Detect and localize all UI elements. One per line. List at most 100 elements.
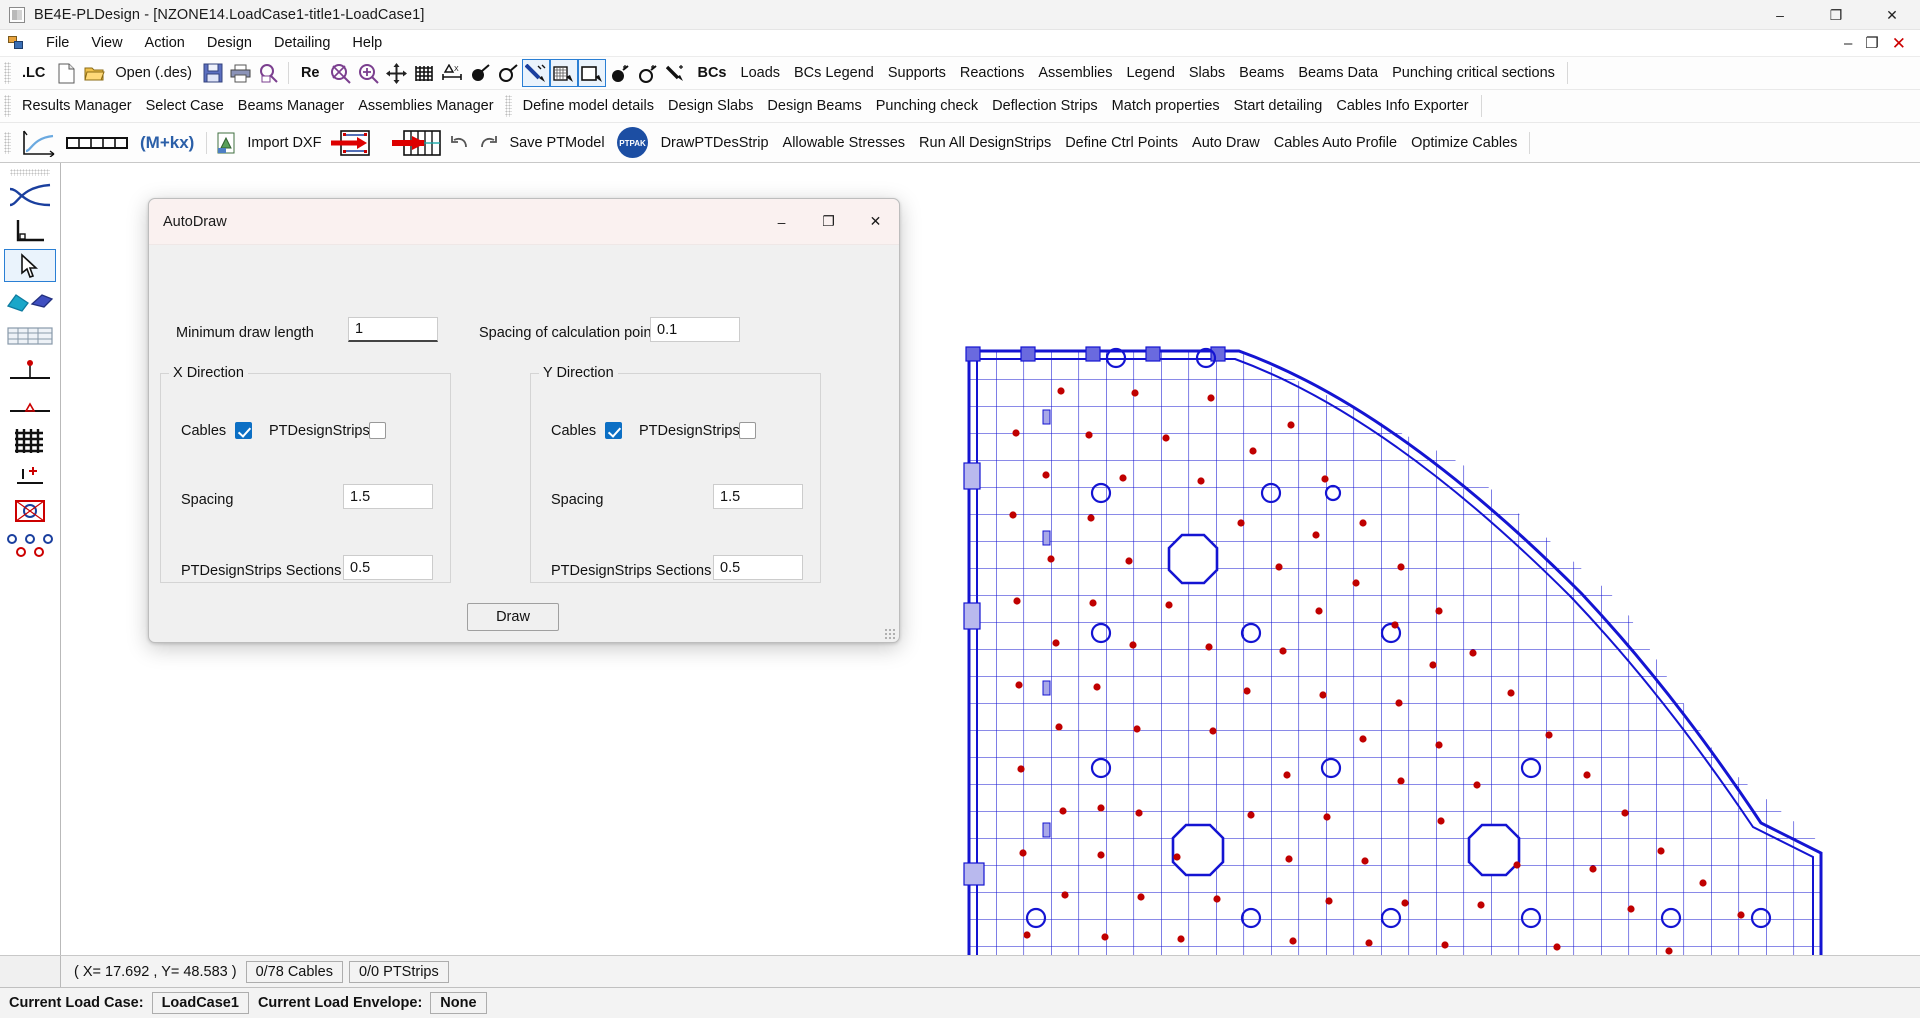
beams-data-button[interactable]: Beams Data xyxy=(1291,62,1385,84)
x-ptdesignstrips-checkbox[interactable] xyxy=(369,422,386,439)
undo-icon[interactable] xyxy=(447,130,473,156)
start-detailing-button[interactable]: Start detailing xyxy=(1227,95,1330,117)
toolbar-grip[interactable] xyxy=(4,95,11,117)
match-properties-button[interactable]: Match properties xyxy=(1105,95,1227,117)
save-icon[interactable] xyxy=(200,60,226,86)
define-ctrl-points-button[interactable]: Define Ctrl Points xyxy=(1058,132,1185,154)
spacing-of-calculation-points-input[interactable]: 0.1 xyxy=(650,317,740,342)
pan-move-icon[interactable] xyxy=(383,60,409,86)
cables-auto-profile-button[interactable]: Cables Auto Profile xyxy=(1267,132,1404,154)
ptpak-logo-icon[interactable]: PTPAK xyxy=(613,127,653,158)
design-beams-button[interactable]: Design Beams xyxy=(760,95,868,117)
results-manager-button[interactable]: Results Manager xyxy=(15,95,139,117)
assemblies-button[interactable]: Assemblies xyxy=(1031,62,1119,84)
y-sections-spacing-input[interactable]: 0.5 xyxy=(713,555,803,580)
open-folder-icon[interactable] xyxy=(81,60,107,86)
punching-tool-icon[interactable] xyxy=(4,494,56,527)
save-ptmodel-button[interactable]: Save PTModel xyxy=(502,132,611,154)
menu-item-design[interactable]: Design xyxy=(196,32,263,54)
window-close-button[interactable]: ✕ xyxy=(1864,0,1920,30)
allowable-stresses-button[interactable]: Allowable Stresses xyxy=(776,132,913,154)
angle-tool-icon[interactable] xyxy=(4,214,56,247)
punching-critical-sections-button[interactable]: Punching critical sections xyxy=(1385,62,1562,84)
minimum-draw-length-input[interactable]: 1 xyxy=(348,317,438,342)
cable-arrow-icon[interactable] xyxy=(329,127,373,159)
toolbar-grip[interactable] xyxy=(4,62,11,84)
assemblies-manager-button[interactable]: Assemblies Manager xyxy=(351,95,500,117)
nodes-tool-icon[interactable] xyxy=(4,529,56,562)
add-point-tool-icon[interactable] xyxy=(4,459,56,492)
optimize-cables-button[interactable]: Optimize Cables xyxy=(1404,132,1524,154)
moment-formula-button[interactable]: (M+kx) xyxy=(133,130,201,156)
toolbar-grip[interactable] xyxy=(4,131,11,154)
draw-button[interactable]: Draw xyxy=(467,603,559,631)
select-arrow-tool-icon[interactable] xyxy=(4,249,56,282)
deflection-strips-button[interactable]: Deflection Strips xyxy=(985,95,1105,117)
beams-manager-button[interactable]: Beams Manager xyxy=(231,95,351,117)
support-line-icon[interactable] xyxy=(663,60,689,86)
load-case-button[interactable]: .LC xyxy=(15,62,52,84)
curve-chart-icon[interactable] xyxy=(16,127,60,159)
menu-item-file[interactable]: File xyxy=(35,32,80,54)
supports-button[interactable]: Supports xyxy=(881,62,953,84)
current-load-case-value[interactable]: LoadCase1 xyxy=(151,992,249,1014)
print-icon[interactable] xyxy=(228,60,254,86)
grid-icon[interactable] xyxy=(411,60,437,86)
cable-point-icon[interactable] xyxy=(467,60,493,86)
mesh-tool-icon[interactable] xyxy=(4,424,56,457)
select-case-button[interactable]: Select Case xyxy=(139,95,231,117)
bcs-button[interactable]: BCs xyxy=(690,62,733,84)
x-cables-checkbox[interactable] xyxy=(235,422,252,439)
line-point-tool-icon[interactable] xyxy=(4,354,56,387)
print-preview-icon[interactable] xyxy=(256,60,282,86)
loads-button[interactable]: Loads xyxy=(734,62,788,84)
strip-arrow-icon[interactable] xyxy=(375,127,445,159)
punching-check-button[interactable]: Punching check xyxy=(869,95,985,117)
zoom-in-icon[interactable] xyxy=(355,60,381,86)
dialog-close-button[interactable]: ✕ xyxy=(852,199,899,245)
mdi-close-button[interactable]: ✕ xyxy=(1892,35,1906,52)
menu-item-detailing[interactable]: Detailing xyxy=(263,32,341,54)
line-triangle-tool-icon[interactable] xyxy=(4,389,56,422)
design-slabs-button[interactable]: Design Slabs xyxy=(661,95,760,117)
toolbar-grip-2[interactable] xyxy=(504,95,512,117)
recalculate-button[interactable]: Re xyxy=(294,62,327,84)
current-load-envelope-value[interactable]: None xyxy=(430,992,487,1014)
menu-item-action[interactable]: Action xyxy=(134,32,196,54)
import-dxf-button[interactable]: Import DXF xyxy=(240,132,328,154)
open-des-button[interactable]: Open (.des) xyxy=(108,62,199,84)
curve-tool-icon[interactable] xyxy=(4,179,56,212)
draw-strip-icon[interactable] xyxy=(550,59,579,87)
redo-icon[interactable] xyxy=(475,130,501,156)
zoom-extents-icon[interactable] xyxy=(327,60,353,86)
run-all-designstrips-button[interactable]: Run All DesignStrips xyxy=(912,132,1058,154)
dialog-minimize-button[interactable]: – xyxy=(758,199,805,245)
window-maximize-button[interactable]: ❐ xyxy=(1808,0,1864,30)
cable-circle-icon[interactable] xyxy=(495,60,521,86)
mdi-restore-button[interactable]: ❐ xyxy=(1865,36,1878,51)
dialog-maximize-button[interactable]: ❐ xyxy=(805,199,852,245)
draw-slab-icon[interactable] xyxy=(578,59,607,87)
menu-item-view[interactable]: View xyxy=(80,32,133,54)
define-model-details-button[interactable]: Define model details xyxy=(516,95,661,117)
bcs-legend-button[interactable]: BCs Legend xyxy=(787,62,881,84)
strip-segments-icon[interactable] xyxy=(62,127,132,159)
palette-grip[interactable] xyxy=(10,169,50,176)
strip-grid-tool-icon[interactable] xyxy=(4,319,56,352)
polygon-tool-icon[interactable] xyxy=(4,284,56,317)
dialog-resize-grip[interactable] xyxy=(884,628,896,640)
cables-info-exporter-button[interactable]: Cables Info Exporter xyxy=(1329,95,1475,117)
legend-button[interactable]: Legend xyxy=(1120,62,1182,84)
beams-button[interactable]: Beams xyxy=(1232,62,1291,84)
window-minimize-button[interactable]: – xyxy=(1752,0,1808,30)
new-file-icon[interactable] xyxy=(53,60,79,86)
support-point-icon[interactable] xyxy=(607,60,633,86)
draw-cable-icon[interactable] xyxy=(522,59,551,87)
auto-draw-button[interactable]: Auto Draw xyxy=(1185,132,1267,154)
import-dxf-icon[interactable] xyxy=(213,130,239,156)
support-circle-icon[interactable] xyxy=(635,60,661,86)
x-sections-spacing-input[interactable]: 0.5 xyxy=(343,555,433,580)
dimension-icon[interactable]: X xyxy=(439,60,465,86)
y-spacing-input[interactable]: 1.5 xyxy=(713,484,803,509)
draw-ptdesstrip-button[interactable]: DrawPTDesStrip xyxy=(654,132,776,154)
